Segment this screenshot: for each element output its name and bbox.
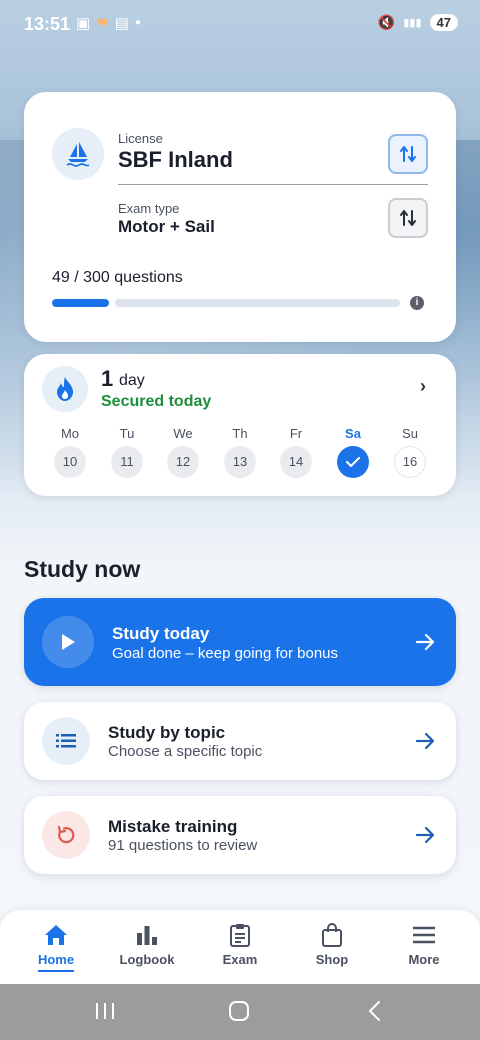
status-time: 13:51 [24, 14, 71, 34]
swap-icon [400, 146, 416, 162]
nav-label: Exam [222, 952, 258, 967]
nav-label: More [408, 952, 440, 967]
day-mo: Mo 10 [53, 426, 87, 478]
exam-type-value: Motor + Sail [118, 217, 215, 236]
heart-icon: ❤ [96, 15, 109, 32]
day-label: Tu [119, 426, 135, 441]
nav-exam[interactable]: Exam [195, 920, 285, 967]
action-subtitle: Goal done – keep going for bonus [112, 645, 339, 662]
nav-shop[interactable]: Shop [287, 920, 377, 967]
home-icon [11, 920, 101, 950]
progress-bar [52, 299, 400, 307]
day-fr: Fr 14 [279, 426, 313, 478]
day-label: Su [402, 426, 418, 441]
list-icon [42, 717, 90, 765]
progress-text: 49 / 300 questions [52, 269, 183, 286]
action-subtitle: Choose a specific topic [108, 743, 263, 760]
menu-icon [379, 920, 469, 950]
clipboard-icon [195, 920, 285, 950]
active-indicator [38, 970, 74, 972]
arrow-right-icon [415, 633, 435, 651]
back-icon[interactable] [364, 1000, 386, 1022]
streak-count: 1 [101, 366, 114, 391]
day-date: 11 [111, 446, 143, 478]
license-value: SBF Inland [118, 147, 233, 172]
study-today-button[interactable]: Study today Goal done – keep going for b… [24, 598, 456, 686]
retry-icon [42, 811, 90, 859]
day-date: 12 [167, 446, 199, 478]
nav-home[interactable]: Home [11, 920, 101, 972]
bottom-navigation: Home Logbook Exam Shop More [0, 910, 480, 984]
nav-label: Home [37, 952, 75, 967]
license-label: License [118, 131, 163, 146]
nav-logbook[interactable]: Logbook [102, 920, 192, 967]
shopping-bag-icon [287, 920, 377, 950]
day-th: Th 13 [223, 426, 257, 478]
mute-icon: 🔇 [377, 14, 396, 30]
day-date: 13 [224, 446, 256, 478]
day-label: Mo [60, 426, 80, 441]
day-su: Su 16 [393, 426, 427, 478]
progress-fill [52, 299, 109, 307]
bar-chart-icon [102, 920, 192, 950]
action-title: Study by topic [108, 723, 226, 742]
signal-icon: ▮▮▮ [403, 17, 422, 29]
swap-icon [400, 210, 416, 226]
day-sa: Sa [336, 426, 370, 478]
study-by-topic-button[interactable]: Study by topic Choose a specific topic [24, 702, 456, 780]
streak-status: Secured today [101, 393, 212, 410]
streak-card[interactable]: 1 day Secured today › Mo 10 Tu 11 We 12 … [24, 354, 456, 496]
day-tu: Tu 11 [110, 426, 144, 478]
chevron-right-icon[interactable]: › [420, 376, 426, 397]
switch-license-button[interactable] [388, 134, 428, 174]
action-subtitle: 91 questions to review [108, 837, 258, 854]
arrow-right-icon [415, 732, 435, 750]
day-date: 16 [394, 446, 426, 478]
app-icon: ▤ [114, 15, 129, 32]
screenshot-icon: ▣ [76, 15, 91, 32]
recent-apps-icon[interactable] [94, 1000, 116, 1022]
arrow-right-icon [415, 826, 435, 844]
dot-icon: ● [134, 17, 141, 28]
nav-label: Logbook [119, 952, 175, 967]
section-title: Study now [24, 556, 141, 582]
mistake-training-button[interactable]: Mistake training 91 questions to review [24, 796, 456, 874]
info-icon[interactable]: i [410, 296, 424, 310]
divider [118, 184, 428, 185]
progress-track [115, 299, 400, 307]
day-we: We 12 [166, 426, 200, 478]
streak-unit: day [119, 372, 145, 389]
home-button-icon[interactable] [228, 1000, 250, 1022]
day-date: 10 [54, 446, 86, 478]
status-bar: 13:51 ▣ ❤ ▤ ● 🔇 ▮▮▮ 47 [0, 0, 480, 48]
license-card: License SBF Inland Exam type Motor + Sai… [24, 92, 456, 342]
exam-type-label: Exam type [118, 201, 180, 216]
play-icon [42, 616, 94, 668]
day-label: We [173, 426, 193, 441]
day-date: 14 [280, 446, 312, 478]
system-nav-bar [0, 984, 480, 1040]
nav-label: Shop [315, 952, 349, 967]
status-icons-right: 🔇 ▮▮▮ 47 [378, 14, 458, 31]
day-label: Fr [289, 426, 303, 441]
flame-icon [42, 366, 88, 412]
action-title: Mistake training [108, 817, 238, 836]
battery-icon: 47 [429, 14, 458, 31]
sailboat-icon [52, 128, 104, 180]
switch-exam-type-button[interactable] [388, 198, 428, 238]
status-icons-left: ▣ ❤ ▤ ● [76, 14, 141, 32]
day-label: Sa [345, 426, 361, 441]
nav-more[interactable]: More [379, 920, 469, 967]
action-title: Study today [112, 624, 210, 643]
day-label: Th [232, 426, 248, 441]
checkmark-icon [337, 446, 369, 478]
